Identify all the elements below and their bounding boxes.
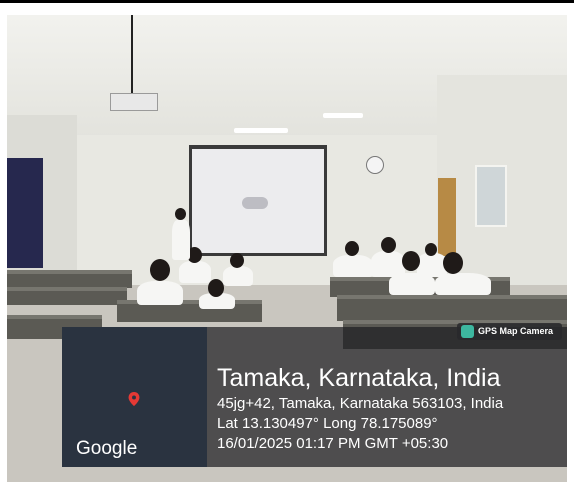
student [435, 273, 491, 295]
ceiling-light [234, 128, 288, 133]
ceiling-light [323, 113, 363, 118]
location-coordinates: Lat 13.130497° Long 78.175089° [217, 415, 438, 432]
top-divider [0, 0, 574, 3]
student-head [345, 241, 359, 256]
wall-clock [366, 156, 384, 174]
window [475, 165, 507, 227]
benq-logo [242, 197, 268, 209]
student [223, 266, 253, 286]
student [137, 281, 183, 305]
gps-badge-label: GPS Map Camera [478, 326, 554, 336]
student-head [150, 259, 170, 281]
location-datetime: 16/01/2025 01:17 PM GMT +05:30 [217, 435, 449, 452]
location-address: 45jg+42, Tamaka, Karnataka 563103, India [217, 395, 504, 412]
location-title: Tamaka, Karnataka, India [217, 364, 501, 392]
projector-cable [131, 15, 133, 95]
student-head [402, 251, 420, 271]
map-pin-icon [128, 392, 140, 406]
projector [110, 93, 158, 111]
google-logo: Google [76, 438, 138, 459]
student-head [208, 279, 224, 297]
student [333, 255, 373, 277]
instructor-head [175, 208, 186, 220]
curtain [7, 158, 43, 268]
student-head [381, 237, 396, 253]
gps-map-camera-icon [461, 325, 474, 338]
instructor [172, 220, 190, 260]
student-head [425, 243, 437, 256]
student-head [230, 253, 244, 268]
projection-screen [189, 145, 327, 256]
desk [7, 287, 127, 305]
desk [7, 270, 132, 288]
door [438, 178, 456, 256]
desk [337, 295, 567, 321]
student-head [443, 252, 463, 274]
student [179, 261, 211, 283]
student [389, 273, 435, 295]
